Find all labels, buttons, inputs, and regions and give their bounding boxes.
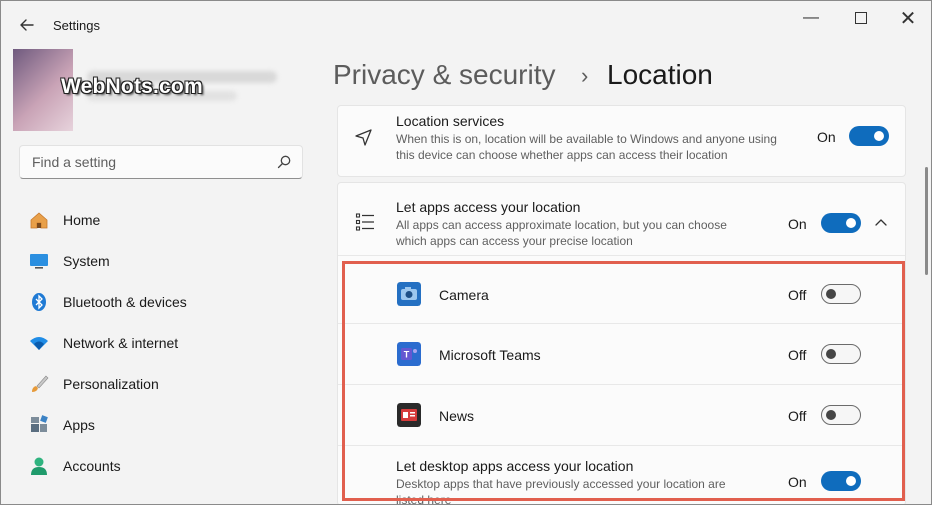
nav-item-system[interactable]: System (19, 243, 303, 279)
search-input[interactable] (30, 153, 274, 171)
page-title: Location (607, 59, 713, 90)
bluetooth-icon (32, 293, 46, 311)
nav-label: Accounts (63, 458, 121, 474)
accounts-icon (31, 457, 47, 475)
apps-access-toggle[interactable] (821, 213, 861, 233)
nav-label: Personalization (63, 376, 159, 392)
nav-item-apps[interactable]: Apps (19, 407, 303, 443)
apps-access-title: Let apps access your location (396, 199, 581, 215)
location-services-state: On (817, 129, 836, 145)
system-icon (30, 254, 48, 269)
watermark: WebNots.com (61, 75, 203, 98)
settings-window: Settings — ✕ WebNots.com Home System Blu… (0, 0, 932, 505)
nav-item-home[interactable]: Home (19, 202, 303, 238)
scrollbar[interactable] (925, 167, 928, 275)
back-arrow-icon[interactable] (17, 15, 37, 35)
location-services-desc-line2: this device can choose whether apps can … (396, 148, 728, 162)
list-icon (355, 213, 374, 231)
apps-access-desc-line1: All apps can access approximate location… (396, 218, 727, 232)
app-title: Settings (53, 18, 100, 33)
wifi-icon (30, 337, 48, 350)
nav-label: Network & internet (63, 335, 179, 351)
highlight-box (342, 261, 905, 501)
chevron-up-icon[interactable] (873, 215, 889, 231)
nav-label: Bluetooth & devices (63, 294, 187, 310)
home-icon (30, 212, 48, 229)
maximize-icon (855, 12, 867, 24)
brush-icon (32, 375, 49, 392)
nav-item-network[interactable]: Network & internet (19, 325, 303, 361)
nav-label: Apps (63, 417, 95, 433)
location-arrow-icon (355, 129, 372, 146)
nav-item-accounts[interactable]: Accounts (19, 448, 303, 484)
maximize-button[interactable] (841, 9, 881, 29)
location-services-desc-line1: When this is on, location will be availa… (396, 132, 777, 146)
close-button[interactable]: ✕ (888, 6, 928, 30)
breadcrumb-separator: › (581, 63, 589, 88)
apps-access-desc-line2: which apps can access your precise locat… (396, 234, 633, 248)
search-box[interactable] (19, 145, 303, 179)
location-services-toggle[interactable] (849, 126, 889, 146)
apps-access-state: On (788, 216, 807, 232)
divider (338, 255, 905, 256)
title-bar: Settings — ✕ (1, 1, 931, 49)
nav-item-bluetooth[interactable]: Bluetooth & devices (19, 284, 303, 320)
search-icon[interactable] (276, 154, 292, 170)
location-services-title: Location services (396, 113, 505, 129)
nav-label: System (63, 253, 110, 269)
breadcrumb-parent[interactable]: Privacy & security (333, 59, 556, 91)
apps-icon (31, 415, 48, 432)
minimize-button[interactable]: — (791, 9, 831, 29)
nav-item-personalization[interactable]: Personalization (19, 366, 303, 402)
nav-label: Home (63, 212, 101, 228)
